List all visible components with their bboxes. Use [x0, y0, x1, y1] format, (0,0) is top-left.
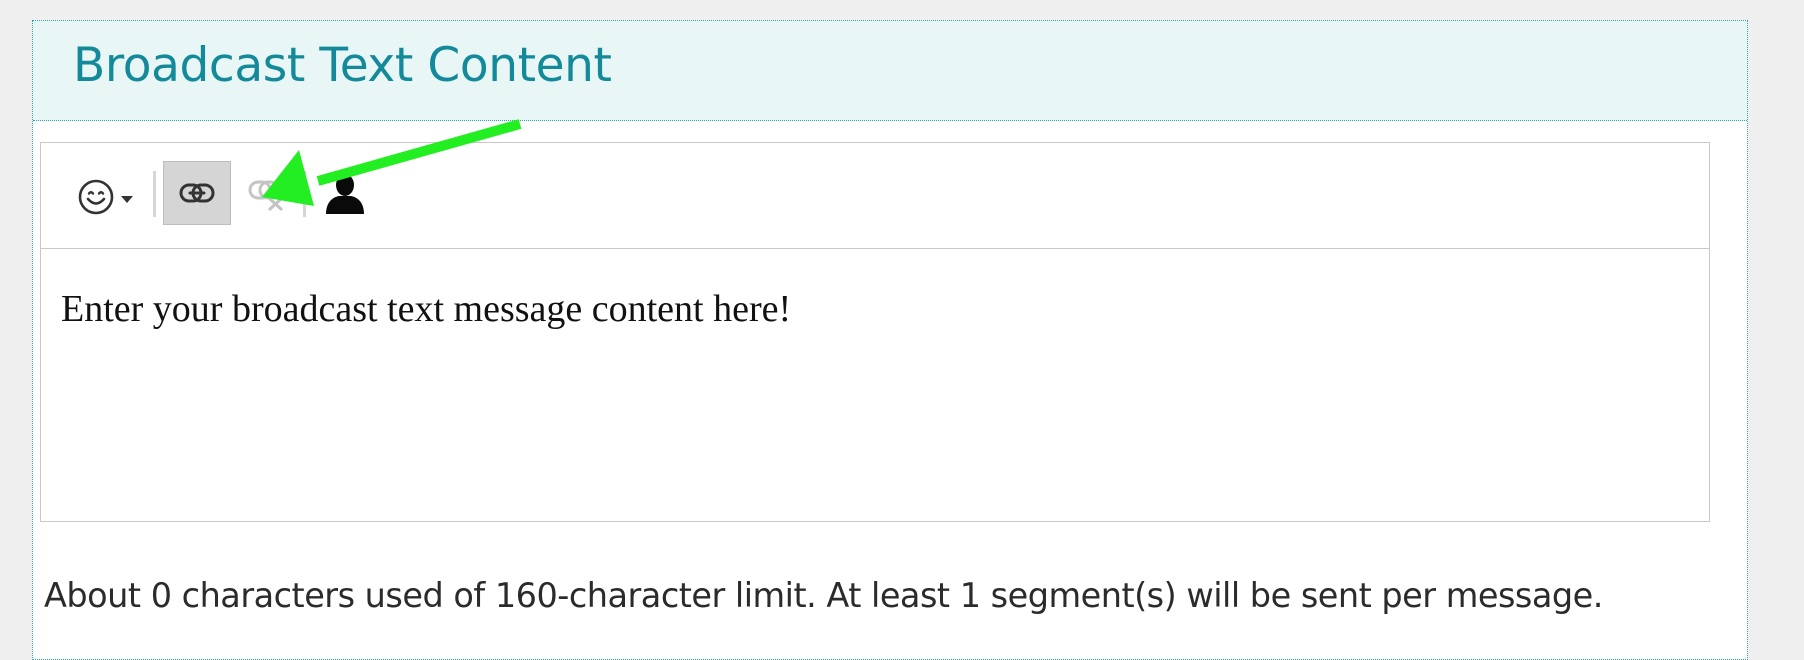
unlink-icon — [248, 180, 283, 211]
emoji-button[interactable] — [69, 171, 141, 223]
panel-header: Broadcast Text Content — [33, 21, 1747, 121]
toolbar-separator — [303, 171, 306, 217]
remove-link-button[interactable] — [239, 165, 295, 223]
panel-title: Broadcast Text Content — [73, 38, 612, 93]
chevron-down-icon — [121, 195, 133, 203]
character-count-text: About 0 characters used of 160-character… — [44, 576, 1603, 615]
rich-text-editor: Enter your broadcast text message conten… — [40, 142, 1710, 522]
insert-contact-field-button[interactable] — [315, 163, 375, 225]
person-silhouette-icon — [326, 174, 364, 214]
link-icon — [179, 183, 215, 203]
smiley-face-icon — [78, 179, 114, 215]
editor-toolbar — [41, 143, 1709, 249]
toolbar-separator — [153, 171, 156, 217]
insert-link-button[interactable] — [163, 161, 231, 225]
message-content-input[interactable]: Enter your broadcast text message conten… — [41, 249, 1709, 521]
